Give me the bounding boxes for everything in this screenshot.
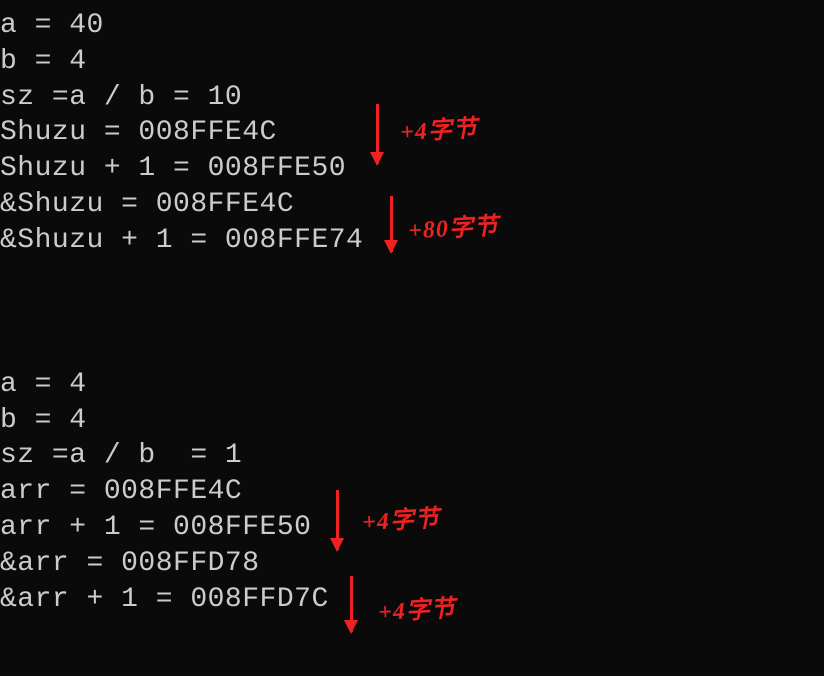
arrow-icon bbox=[350, 576, 353, 632]
console-line: sz =a / b = 10 bbox=[0, 80, 824, 116]
blank-line bbox=[0, 331, 824, 367]
arrow-icon bbox=[390, 196, 393, 252]
annotation-text: +4字节 bbox=[361, 498, 440, 537]
arrow-icon bbox=[376, 104, 379, 164]
console-line: a = 4 bbox=[0, 367, 824, 403]
annotation-text: +80字节 bbox=[407, 206, 499, 246]
console-line: b = 4 bbox=[0, 44, 824, 80]
arrow-icon bbox=[336, 490, 339, 550]
console-line: a = 40 bbox=[0, 8, 824, 44]
console-line: &arr = 008FFD78 bbox=[0, 546, 824, 582]
annotation-text: +4字节 bbox=[399, 108, 478, 147]
console-line: b = 4 bbox=[0, 403, 824, 439]
console-line: sz =a / b = 1 bbox=[0, 438, 824, 474]
console-line: Shuzu + 1 = 008FFE50 bbox=[0, 151, 824, 187]
blank-line bbox=[0, 259, 824, 295]
blank-line bbox=[0, 295, 824, 331]
annotation-text: +4字节 bbox=[377, 588, 456, 627]
